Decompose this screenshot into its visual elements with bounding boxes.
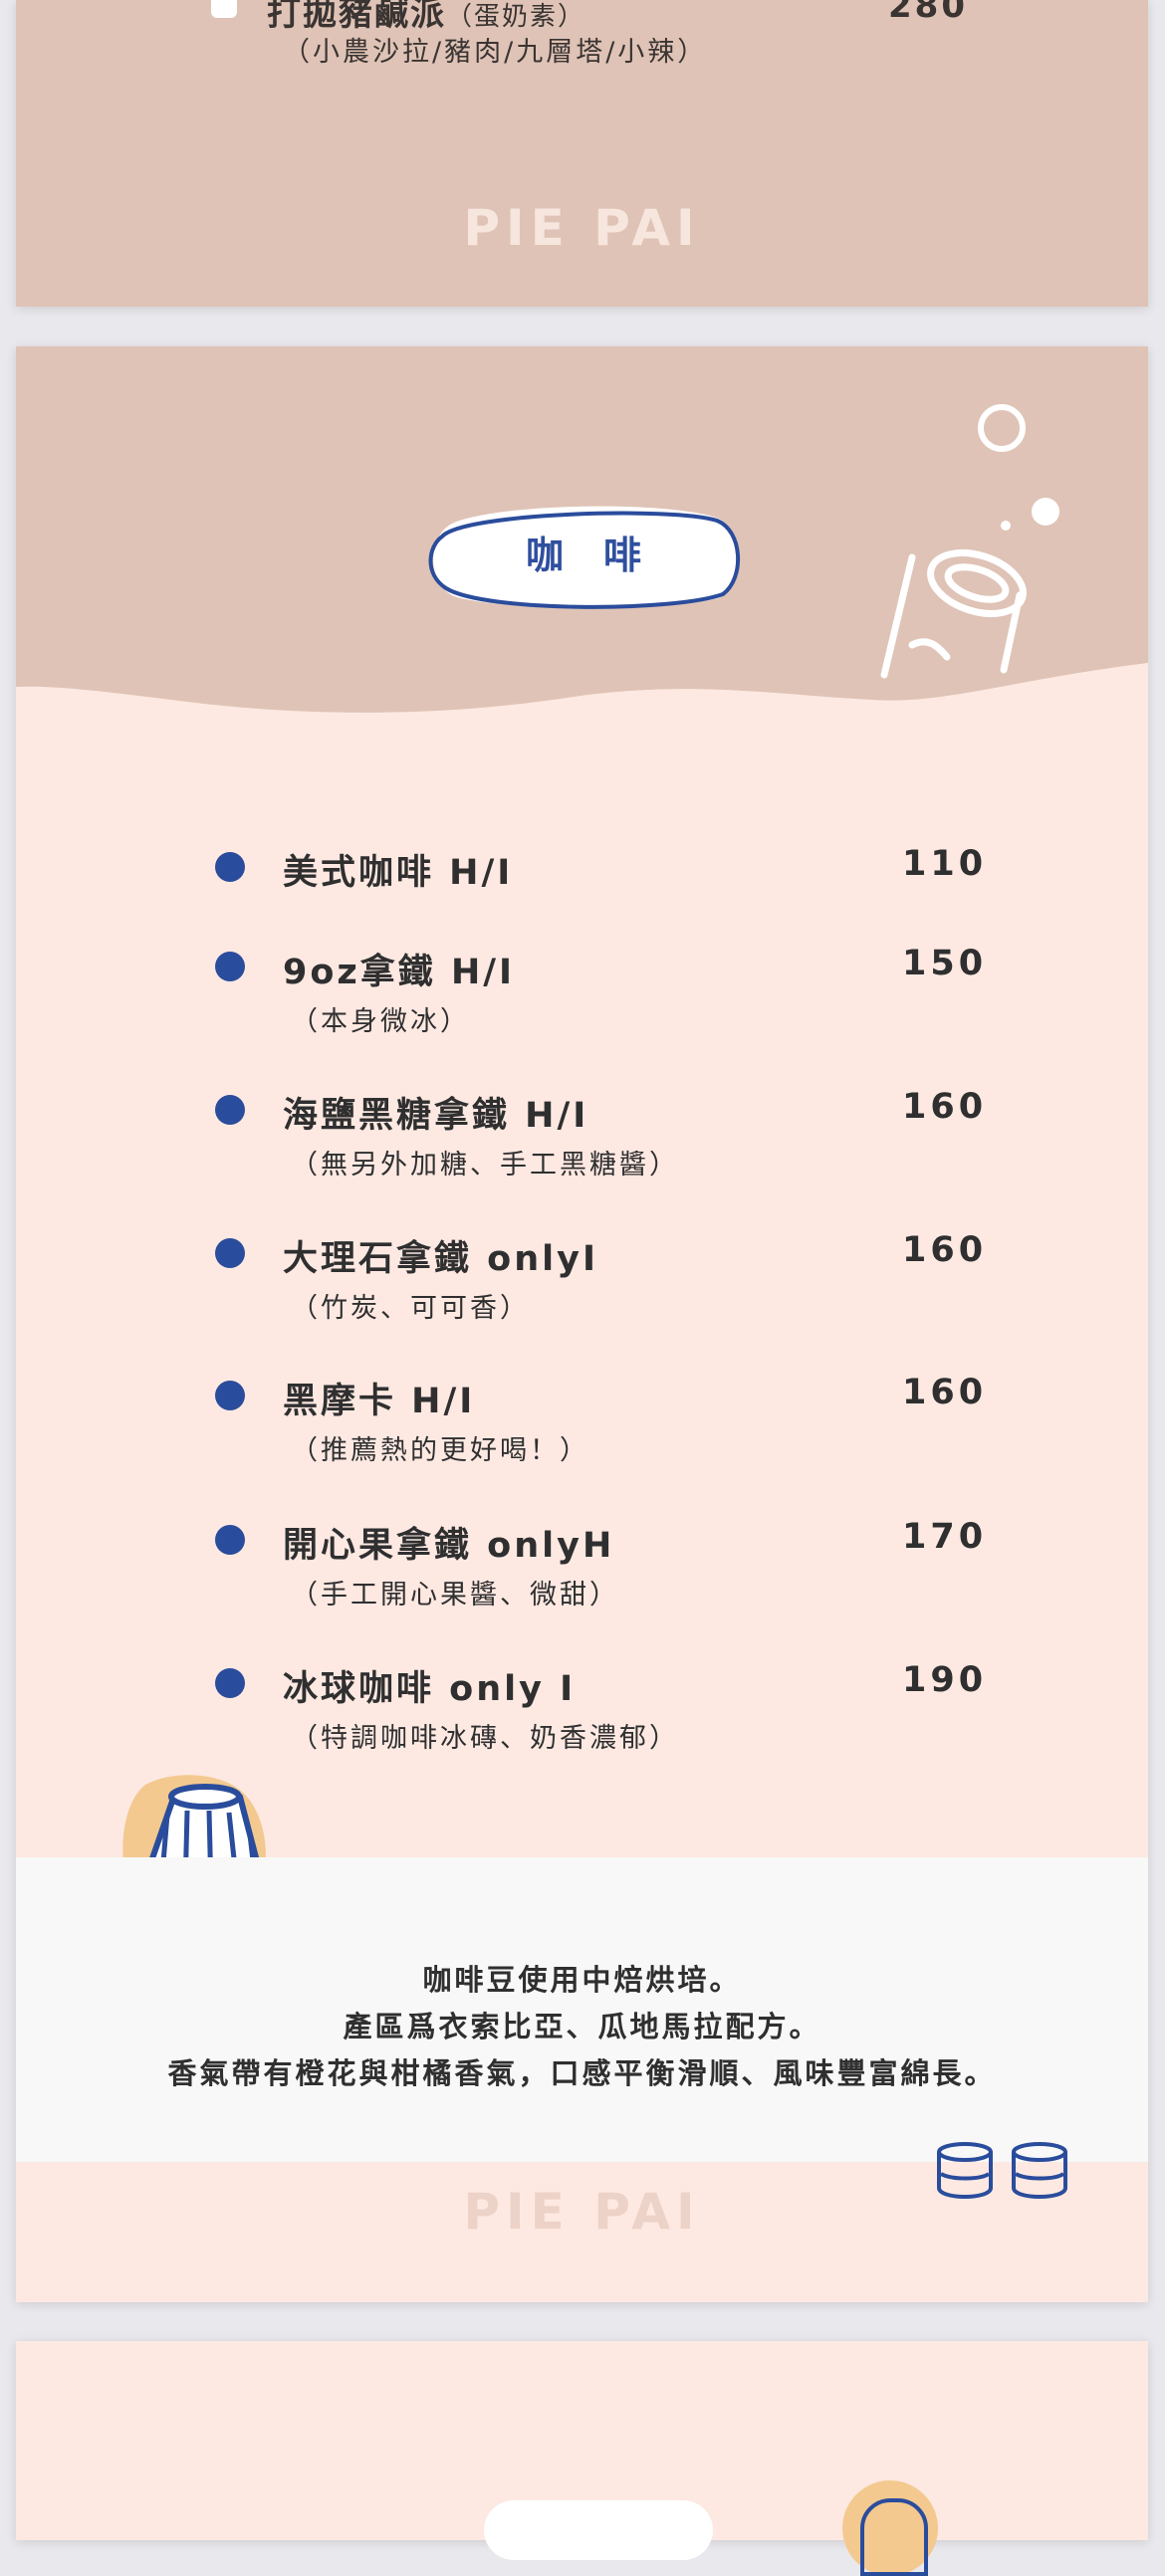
- menu-item-note: （竹炭、可可香）: [291, 1293, 530, 1324]
- menu-item-price: 150: [902, 944, 988, 983]
- menu-item-note: （無另外加糖、手工黑糖醬）: [291, 1150, 679, 1181]
- menu-item-note: （特調咖啡冰磚、奶香濃郁）: [291, 1723, 679, 1754]
- menu-item-name: 黑摩卡 H/I: [283, 1382, 476, 1421]
- prev-item-note: （蛋奶素）: [446, 2, 586, 32]
- menu-item-price: 170: [902, 1517, 988, 1557]
- menu-item-bullet: [215, 1668, 245, 1698]
- menu-item-price: 160: [902, 1373, 988, 1412]
- menu-item-bullet: [215, 852, 245, 882]
- prev-bullet: [211, 0, 237, 18]
- menu-item-name: 大理石拿鐵 onlyI: [283, 1239, 598, 1279]
- menu-item-price: 160: [902, 1087, 988, 1127]
- menu-item-bullet: [215, 1525, 245, 1555]
- menu-item-bullet: [215, 1381, 245, 1410]
- prev-item-title: 打拋豬鹹派: [267, 0, 446, 34]
- menu-item-note: （推薦熱的更好喝！）: [291, 1435, 589, 1466]
- menu-card-coffee: 咖啡 美式咖啡 H/I 110 9oz拿鐵 H/I 150 （本身微冰） 海鹽黑糖拿鐵 H…: [16, 346, 1148, 2302]
- menu-item-name: 冰球咖啡 only I: [283, 1669, 577, 1709]
- section-title: 咖啡: [525, 534, 681, 577]
- next-lamp-outline-icon: [860, 2498, 928, 2576]
- menu-item-price: 190: [902, 1660, 988, 1700]
- prev-item-price: 280: [888, 0, 968, 26]
- menu-item-bullet: [215, 1095, 245, 1125]
- menu-item-bullet: [215, 952, 245, 981]
- menu-item-name: 9oz拿鐵 H/I: [283, 953, 516, 992]
- next-title-badge: [484, 2500, 713, 2560]
- menu-card-previous: 打拋豬鹹派（蛋奶素） 280 （小農沙拉/豬肉/九層塔/小辣） PIE PAI: [16, 0, 1148, 307]
- menu-item-price: 110: [902, 844, 988, 884]
- coffee-info-band: 咖啡豆使用中焙烘培。 產區爲衣索比亞、瓜地馬拉配方。 香氣帶有橙花與柑橘香氣，口…: [16, 1857, 1148, 2162]
- menu-item-name: 開心果拿鐵 onlyH: [283, 1526, 615, 1566]
- info-line-3: 香氣帶有橙花與柑橘香氣，口感平衡滑順、風味豐富綿長。: [167, 2056, 997, 2090]
- menu-item-note: （手工開心果醬、微甜）: [291, 1580, 619, 1610]
- prev-item-sub: （小農沙拉/豬肉/九層塔/小辣）: [283, 37, 708, 68]
- menu-card-next: [16, 2341, 1148, 2576]
- brand-logo-top: PIE PAI: [463, 199, 701, 257]
- brand-logo-coffee: PIE PAI: [463, 2183, 701, 2241]
- menu-item-note: （本身微冰）: [291, 1006, 470, 1037]
- info-line-1: 咖啡豆使用中焙烘培。: [422, 1963, 742, 1997]
- menu-item-price: 160: [902, 1230, 988, 1270]
- menu-item-name: 海鹽黑糖拿鐵 H/I: [283, 1096, 589, 1136]
- menu-item-name: 美式咖啡 H/I: [283, 853, 514, 893]
- info-line-2: 產區爲衣索比亞、瓜地馬拉配方。: [343, 2010, 821, 2043]
- menu-item-bullet: [215, 1238, 245, 1268]
